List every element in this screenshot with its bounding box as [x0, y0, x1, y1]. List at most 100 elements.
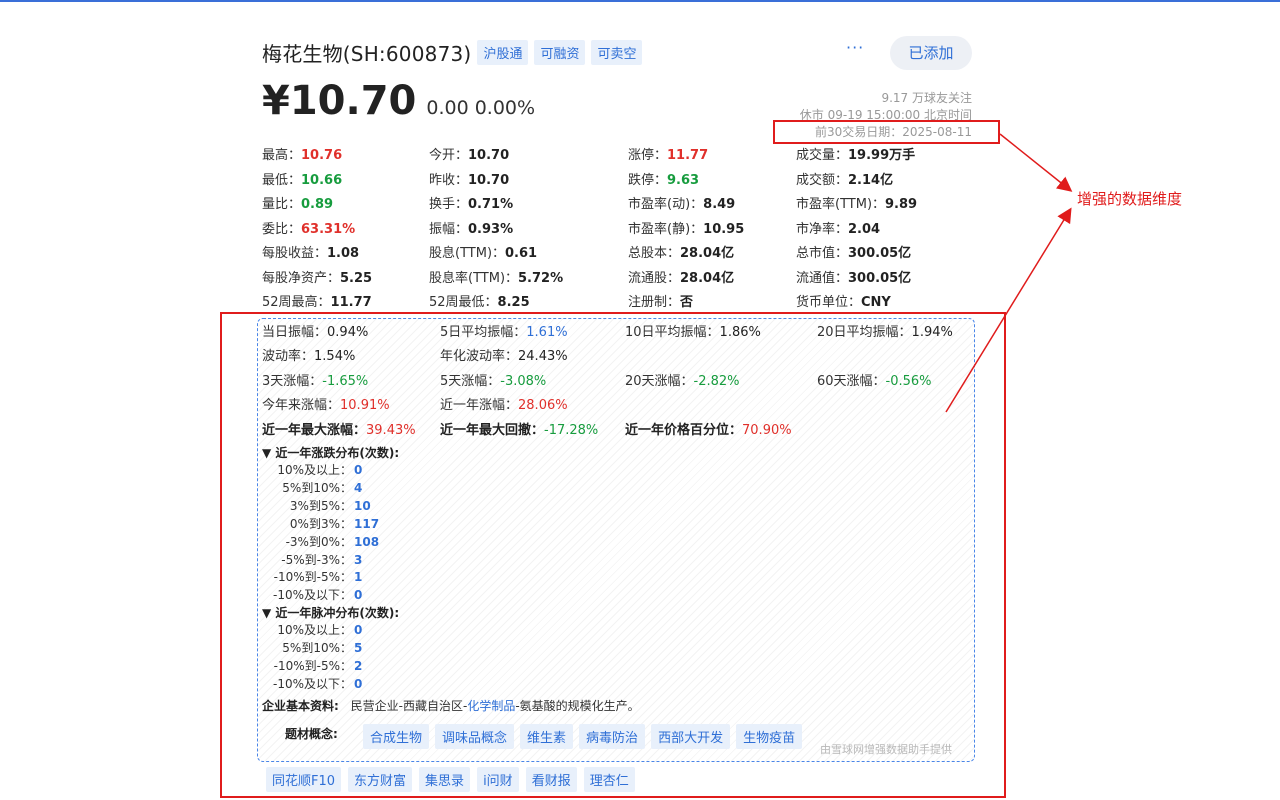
quote-cell: 股息(TTM)：0.61	[429, 244, 537, 264]
quote-label: 最低：	[262, 172, 302, 188]
stock-header: 梅花生物(SH:600873) 沪股通 可融资 可卖空	[262, 38, 643, 67]
provider-note: 由雪球网增强数据助手提供	[820, 743, 952, 756]
quote-label: 市盈率(静)：	[628, 221, 704, 237]
dist-label: 0%到3%：	[289, 516, 352, 531]
quote-cell: 最高：10.76	[262, 146, 342, 166]
ext-label: 当日振幅：	[262, 325, 328, 340]
dist-row: 10%及以上： 0	[258, 621, 362, 639]
ext-label: 近一年最大涨幅：	[262, 423, 367, 438]
dist-label: 5%到10%：	[282, 640, 352, 655]
dist-label: -10%及以下：	[272, 588, 352, 603]
ext-cell: 3天涨幅：-1.65%	[262, 372, 368, 392]
quote-label: 今开：	[429, 148, 469, 163]
quote-value: 11.77	[330, 295, 372, 310]
quote-cell: 每股净资产：5.25	[262, 269, 372, 289]
dist2-title[interactable]: ▼ 近一年脉冲分布(次数):	[262, 604, 399, 621]
dist-value: 3	[354, 552, 363, 567]
dist-value: 108	[354, 534, 380, 549]
annotation-label: 增强的数据维度	[1077, 190, 1183, 208]
quote-label: 换手：	[429, 197, 469, 212]
ext-label: 10日平均振幅：	[625, 325, 720, 340]
ext-value: -0.56%	[885, 374, 932, 389]
ext-label: 近一年涨幅：	[440, 398, 519, 413]
ext-value: 70.90%	[742, 423, 792, 438]
tag-hsgt[interactable]: 沪股通	[477, 40, 529, 65]
ext-label: 近一年价格百分位：	[625, 423, 743, 438]
quote-value: 63.31%	[301, 221, 356, 237]
ext-value: -1.65%	[322, 374, 369, 389]
dist-label: -3%到0%：	[285, 534, 352, 549]
profile-part1: 民营企业-西藏自治区-	[350, 699, 468, 713]
quote-label: 成交额：	[796, 172, 849, 188]
quote-label: 跌停：	[628, 172, 668, 188]
ext-cell: 波动率：1.54%	[262, 347, 355, 367]
tag-short[interactable]: 可卖空	[591, 40, 643, 65]
link-eastmoney[interactable]: 东方财富	[348, 767, 413, 792]
quote-value: 9.89	[885, 197, 918, 212]
dist-value: 0	[354, 588, 363, 603]
quote-cell: 流通股：28.04亿	[628, 269, 734, 289]
quote-cell: 流通值：300.05亿	[796, 269, 911, 289]
ext-value: 10.91%	[340, 398, 390, 413]
dist-row: 5%到10%： 4	[258, 479, 362, 497]
followers-count: 9.17 万球友关注	[881, 91, 972, 105]
concept-tag[interactable]: 西部大开发	[651, 724, 731, 749]
ext-label: 5日平均振幅：	[440, 325, 527, 340]
link-iwencai[interactable]: i问财	[477, 767, 519, 792]
quote-label: 涨停：	[628, 148, 668, 163]
concept-tag[interactable]: 生物疫苗	[736, 724, 803, 749]
concept-tag[interactable]: 病毒防治	[579, 724, 646, 749]
dist-row: 3%到5%： 10	[258, 497, 371, 515]
quote-label: 流通股：	[628, 270, 681, 286]
price-change: 0.00 0.00%	[426, 97, 536, 119]
ext-label: 5天涨幅：	[440, 374, 501, 389]
ext-cell: 5天涨幅：-3.08%	[440, 372, 546, 392]
quote-label: 注册制：	[628, 295, 681, 310]
profile-label: 企业基本资料:	[262, 699, 339, 713]
link-ths-f10[interactable]: 同花顺F10	[266, 767, 342, 792]
quote-label: 每股收益：	[262, 246, 328, 261]
dist-value: 0	[354, 676, 363, 691]
ext-cell: 60天涨幅：-0.56%	[817, 372, 932, 392]
quote-cell: 货币单位：CNY	[796, 293, 891, 313]
ext-cell: 20天涨幅：-2.82%	[625, 372, 740, 392]
quote-cell: 昨收：10.70	[429, 171, 509, 191]
current-price: ¥10.70	[262, 78, 417, 124]
quote-label: 每股净资产：	[262, 270, 341, 286]
link-kancaibao[interactable]: 看财报	[525, 767, 577, 792]
ext-value: 24.43%	[518, 349, 568, 364]
quote-cell: 市净率：2.04	[796, 220, 880, 240]
quote-value: 否	[680, 295, 694, 310]
dist-label: 10%及以上：	[277, 623, 352, 637]
quote-value: 19.99万手	[848, 148, 916, 163]
ext-cell: 今年来涨幅：10.91%	[262, 396, 390, 416]
tag-margin[interactable]: 可融资	[534, 40, 586, 65]
quote-value: CNY	[861, 295, 891, 310]
profile-industry-link[interactable]: 化学制品	[467, 699, 515, 713]
ext-value: -2.82%	[693, 374, 740, 389]
dist-row: -10%到-5%： 2	[258, 657, 363, 675]
concept-tag[interactable]: 维生素	[520, 724, 574, 749]
concept-tag[interactable]: 调味品概念	[435, 724, 515, 749]
ext-value: 1.86%	[719, 325, 761, 340]
quote-value: 28.04亿	[680, 270, 735, 286]
dist-row: 5%到10%： 5	[258, 639, 362, 657]
quote-cell: 市盈率(TTM)：9.89	[796, 195, 917, 215]
quote-value: 1.08	[327, 246, 360, 261]
highlight-box-trade-date	[773, 120, 1000, 144]
dist1-title[interactable]: ▼ 近一年涨跌分布(次数):	[262, 444, 399, 461]
link-lixinger[interactable]: 理杏仁	[583, 767, 635, 792]
more-menu-icon[interactable]: ···	[846, 38, 864, 57]
ext-cell: 年化波动率：24.43%	[440, 347, 568, 367]
dist-label: -5%到-3%：	[281, 552, 352, 567]
link-jisilu[interactable]: 集思录	[419, 767, 471, 792]
dist-label: -10%到-5%：	[273, 570, 352, 585]
concept-tag[interactable]: 合成生物	[363, 724, 430, 749]
ext-cell: 当日振幅：0.94%	[262, 323, 368, 343]
ext-label: 近一年最大回撤：	[440, 423, 545, 438]
ext-cell: 近一年最大回撤：-17.28%	[440, 421, 598, 441]
added-button[interactable]: 已添加	[890, 36, 972, 70]
quote-cell: 52周最低：8.25	[429, 293, 530, 313]
quote-label: 总股本：	[628, 246, 681, 261]
ext-value: 0.94%	[327, 325, 369, 340]
